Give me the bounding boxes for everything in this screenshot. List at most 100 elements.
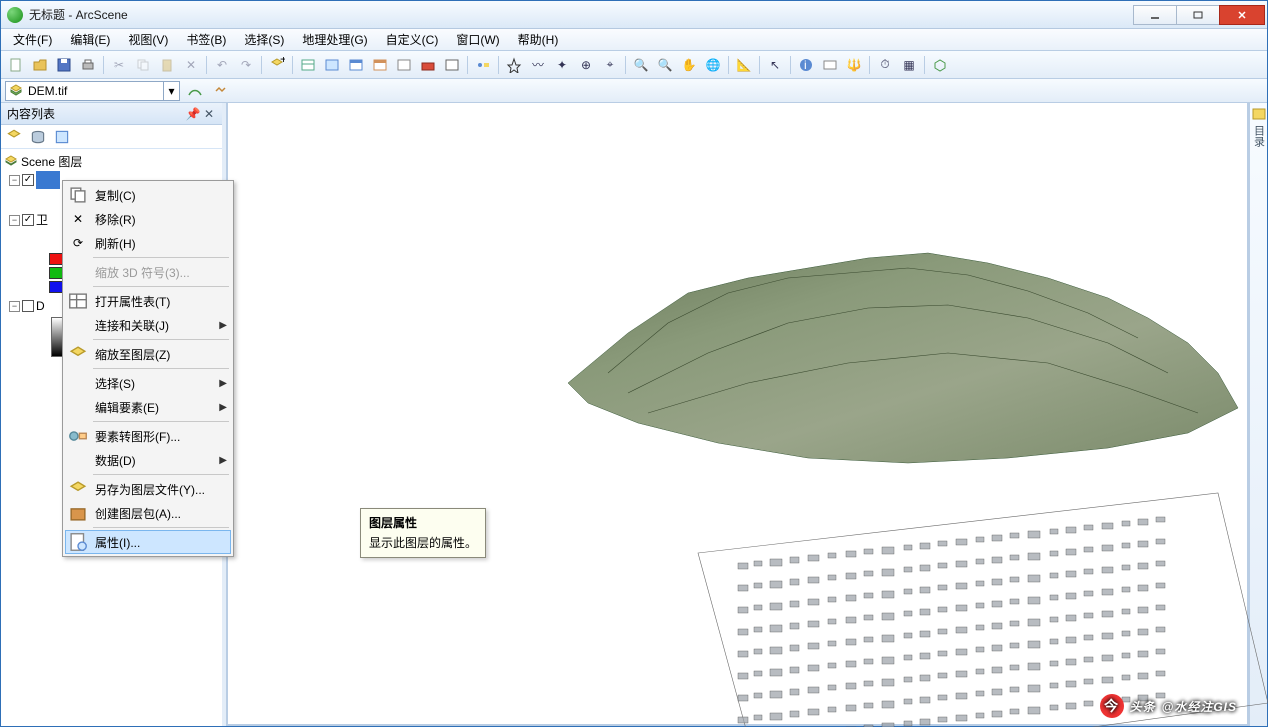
navigate-icon[interactable] (503, 54, 525, 76)
arrow-right-icon: ▶ (219, 402, 227, 413)
ctx-edit-features[interactable]: 编辑要素(E)▶ (65, 395, 231, 419)
chevron-down-icon[interactable]: ▾ (163, 82, 179, 100)
animation-icon[interactable]: ▦ (898, 54, 920, 76)
menu-select[interactable]: 选择(S) (236, 29, 292, 50)
save-icon[interactable] (53, 54, 75, 76)
menu-separator (93, 421, 229, 422)
menu-file[interactable]: 文件(F) (5, 29, 60, 50)
list-by-drawing-icon[interactable] (5, 128, 23, 146)
identify-icon[interactable]: i (795, 54, 817, 76)
cut-icon[interactable]: ✂ (108, 54, 130, 76)
window1-icon[interactable] (321, 54, 343, 76)
toolbar-separator (869, 56, 870, 74)
svg-text:+: + (280, 57, 285, 66)
menu-window[interactable]: 窗口(W) (448, 29, 507, 50)
maximize-button[interactable] (1176, 5, 1220, 25)
layer-tool-1-icon[interactable] (184, 80, 206, 102)
print-icon[interactable] (77, 54, 99, 76)
window2-icon[interactable] (345, 54, 367, 76)
ctx-remove[interactable]: ✕移除(R) (65, 207, 231, 231)
target-icon[interactable]: ⊕ (575, 54, 597, 76)
open-icon[interactable] (29, 54, 51, 76)
zoom-target-icon[interactable]: ⌖ (599, 54, 621, 76)
ctx-properties[interactable]: 属性(I)... (65, 530, 231, 554)
find-icon[interactable]: 🔱 (843, 54, 865, 76)
ctx-refresh[interactable]: ⟳刷新(H) (65, 231, 231, 255)
menu-bookmark[interactable]: 书签(B) (178, 29, 234, 50)
ctx-save-as-layer[interactable]: 另存为图层文件(Y)... (65, 477, 231, 501)
ctx-features-to-graphics[interactable]: 要素转图形(F)... (65, 424, 231, 448)
watermark: 今 头条 @水经注GIS (1100, 694, 1237, 718)
search-icon[interactable] (819, 54, 841, 76)
tooltip: 图层属性 显示此图层的属性。 (360, 508, 486, 558)
menu-edit[interactable]: 编辑(E) (62, 29, 118, 50)
layer-combo[interactable]: DEM.tif ▾ (5, 81, 180, 101)
redo-icon[interactable]: ↷ (235, 54, 257, 76)
blue-swatch (49, 281, 63, 293)
toolbar-separator (759, 56, 760, 74)
checkbox-checked-icon[interactable]: ✓ (22, 214, 34, 226)
toolbar-separator (924, 56, 925, 74)
terrain-3d (548, 223, 1248, 483)
ctx-zoom-to-layer[interactable]: 缩放至图层(Z) (65, 342, 231, 366)
scene-viewport[interactable]: 今 头条 @水经注GIS (226, 103, 1249, 726)
ctx-data[interactable]: 数据(D)▶ (65, 448, 231, 472)
time-icon[interactable]: ⏱ (874, 54, 896, 76)
list-by-source-icon[interactable] (29, 128, 47, 146)
checkbox-checked-icon[interactable]: ✓ (22, 174, 34, 186)
menu-view[interactable]: 视图(V) (120, 29, 176, 50)
menu-help[interactable]: 帮助(H) (510, 29, 567, 50)
ctx-open-attr-table[interactable]: 打开属性表(T) (65, 289, 231, 313)
python-icon[interactable] (441, 54, 463, 76)
collapse-icon[interactable]: − (9, 301, 20, 312)
new-icon[interactable] (5, 54, 27, 76)
add-data-icon[interactable]: + (266, 54, 288, 76)
catalog-tab[interactable]: 目录 (1251, 125, 1267, 147)
collapse-icon[interactable]: − (9, 175, 20, 186)
zoom-out-icon[interactable]: 🔍 (654, 54, 676, 76)
minimize-button[interactable] (1133, 5, 1177, 25)
modelbuilder-icon[interactable] (472, 54, 494, 76)
tree-root[interactable]: Scene 图层 (3, 153, 220, 171)
toc-title-bar: 内容列表 📌 ✕ (1, 103, 222, 125)
watermark-text: @水经注GIS (1162, 698, 1237, 715)
select-icon[interactable]: ↖ (764, 54, 786, 76)
layer-tool-2-icon[interactable] (210, 80, 232, 102)
undo-icon[interactable]: ↶ (211, 54, 233, 76)
fly-icon[interactable]: 〰 (527, 54, 549, 76)
close-panel-icon[interactable]: ✕ (202, 107, 216, 121)
toc-icon[interactable] (297, 54, 319, 76)
tree-layer-sat-label: 卫 (36, 211, 48, 229)
pin-icon[interactable]: 📌 (186, 107, 200, 121)
3d-icon[interactable] (929, 54, 951, 76)
full-extent-icon[interactable]: 🌐 (702, 54, 724, 76)
ctx-create-layer-package[interactable]: 创建图层包(A)... (65, 501, 231, 525)
ctx-select[interactable]: 选择(S)▶ (65, 371, 231, 395)
menu-customize[interactable]: 自定义(C) (378, 29, 447, 50)
ctx-joins-relates[interactable]: 连接和关联(J)▶ (65, 313, 231, 337)
copy-icon[interactable] (132, 54, 154, 76)
toolbox-icon[interactable] (417, 54, 439, 76)
zoom-in-icon[interactable]: 🔍 (630, 54, 652, 76)
tree-root-label: Scene 图层 (21, 153, 82, 171)
arrow-right-icon: ▶ (219, 378, 227, 389)
list-by-selection-icon[interactable] (53, 128, 71, 146)
collapse-icon[interactable]: − (9, 215, 20, 226)
measure-icon[interactable]: 📐 (733, 54, 755, 76)
properties-icon (67, 531, 89, 553)
window3-icon[interactable] (369, 54, 391, 76)
window4-icon[interactable] (393, 54, 415, 76)
center-icon[interactable]: ✦ (551, 54, 573, 76)
ctx-copy[interactable]: 复制(C) (65, 183, 231, 207)
paste-icon[interactable] (156, 54, 178, 76)
close-button[interactable] (1219, 5, 1265, 25)
checkbox-unchecked-icon[interactable] (22, 300, 34, 312)
pan-icon[interactable]: ✋ (678, 54, 700, 76)
scene-icon (3, 154, 19, 170)
delete-icon[interactable]: ✕ (180, 54, 202, 76)
menu-separator (93, 527, 229, 528)
catalog-icon[interactable] (1252, 107, 1266, 121)
menu-geoprocessing[interactable]: 地理处理(G) (294, 29, 375, 50)
arrow-right-icon: ▶ (219, 455, 227, 466)
saveas-icon (67, 478, 89, 500)
